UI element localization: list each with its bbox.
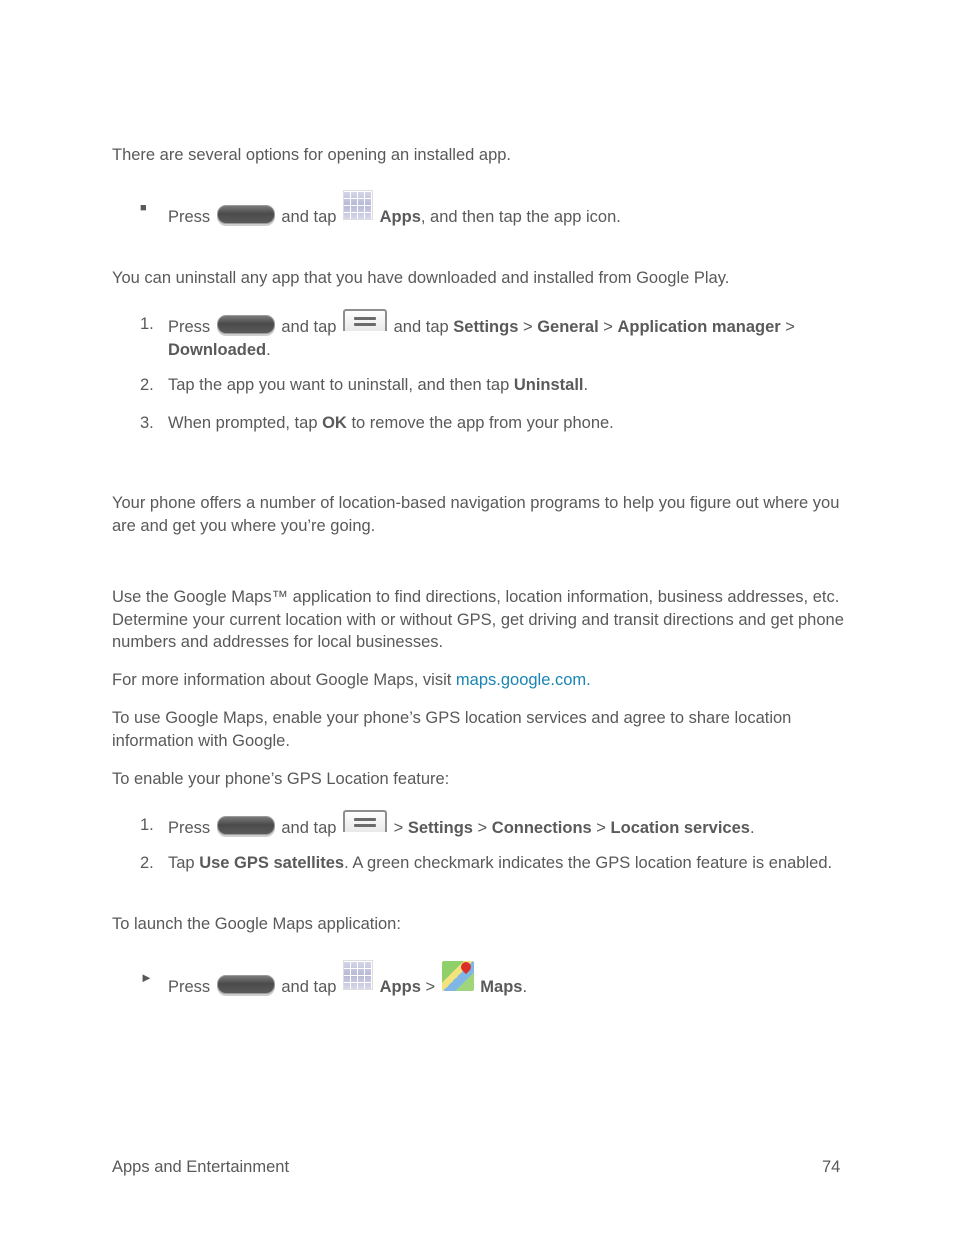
home-button-icon — [216, 315, 275, 334]
home-button-icon — [216, 975, 275, 994]
press-text: Press — [168, 819, 211, 837]
uninstall-label: Uninstall — [513, 376, 584, 394]
home-button-icon — [216, 205, 275, 224]
separator: > — [785, 318, 795, 336]
separator: > — [425, 978, 436, 996]
footer-section-title: Apps and Entertainment — [112, 1158, 290, 1176]
and-tap-text: and tap — [281, 978, 337, 996]
apps-grid-icon — [343, 960, 374, 990]
step-text: to remove the app from your phone. — [351, 414, 614, 432]
separator: > — [393, 819, 404, 837]
and-tap-text: and tap — [393, 318, 449, 336]
step-text: When prompted, tap — [168, 414, 318, 432]
separator: > — [603, 318, 613, 336]
more-info-paragraph: For more information about Google Maps, … — [112, 669, 847, 692]
step-text: Tap — [168, 854, 195, 872]
arrow-bullet-icon: ► — [140, 970, 153, 985]
step-number: 2. — [140, 854, 154, 872]
enable-gps-paragraph: To enable your phone’s GPS Location feat… — [112, 770, 450, 788]
application-manager-label: Application manager — [617, 318, 781, 336]
navigation-intro: Your phone offers a number of location-b… — [112, 494, 840, 535]
apps-grid-icon — [343, 190, 374, 220]
separator: > — [522, 318, 533, 336]
page-number: 74 — [822, 1158, 841, 1176]
step-text: . A green checkmark indicates the GPS lo… — [344, 854, 833, 872]
step-text: Tap the app you want to uninstall, and t… — [168, 376, 510, 394]
use-gps-satellites-label: Use GPS satellites — [199, 854, 345, 872]
square-bullet-icon: ■ — [140, 202, 147, 214]
use-maps-paragraph: To use Google Maps, enable your phone’s … — [112, 709, 792, 750]
uninstall-intro: You can uninstall any app that you have … — [112, 269, 730, 287]
step-number: 1. — [140, 315, 154, 333]
and-tap-text: and tap — [281, 318, 337, 336]
menu-icon — [343, 810, 388, 832]
separator: > — [477, 819, 488, 837]
more-info-text: For more information about Google Maps, … — [112, 671, 452, 689]
press-text: Press — [168, 978, 211, 996]
step-number: 2. — [140, 376, 154, 394]
map-pin-icon — [458, 959, 473, 975]
maps-intro: Use the Google Maps™ application to find… — [112, 588, 844, 651]
intro-paragraph: There are several options for opening an… — [112, 146, 512, 164]
ok-label: OK — [322, 414, 347, 432]
step-number: 3. — [140, 414, 154, 432]
connections-label: Connections — [491, 819, 592, 837]
period: . — [749, 819, 755, 837]
home-button-icon — [216, 816, 275, 835]
period: . — [266, 341, 271, 359]
period: . — [586, 671, 591, 689]
maps-label: Maps — [480, 978, 523, 996]
separator: > — [596, 819, 606, 837]
period: . — [583, 376, 589, 394]
launch-maps-paragraph: To launch the Google Maps application: — [112, 915, 401, 933]
and-tap-text: and tap — [281, 819, 337, 837]
step-number: 1. — [140, 816, 154, 834]
settings-label: Settings — [453, 318, 519, 336]
downloaded-label: Downloaded — [168, 341, 267, 359]
location-services-label: Location services — [610, 819, 750, 837]
period: . — [522, 978, 528, 996]
press-text: Press — [168, 208, 211, 226]
and-tap-text: and tap — [281, 208, 337, 226]
settings-label: Settings — [407, 819, 473, 837]
general-label: General — [537, 318, 599, 336]
apps-label: Apps — [379, 208, 421, 226]
menu-icon — [343, 309, 388, 331]
open-app-rest: , and then tap the app icon. — [420, 208, 621, 226]
maps-google-link[interactable]: maps.google.com — [456, 671, 586, 689]
press-text: Press — [168, 318, 211, 336]
google-maps-icon — [441, 959, 474, 991]
apps-label: Apps — [379, 978, 421, 996]
